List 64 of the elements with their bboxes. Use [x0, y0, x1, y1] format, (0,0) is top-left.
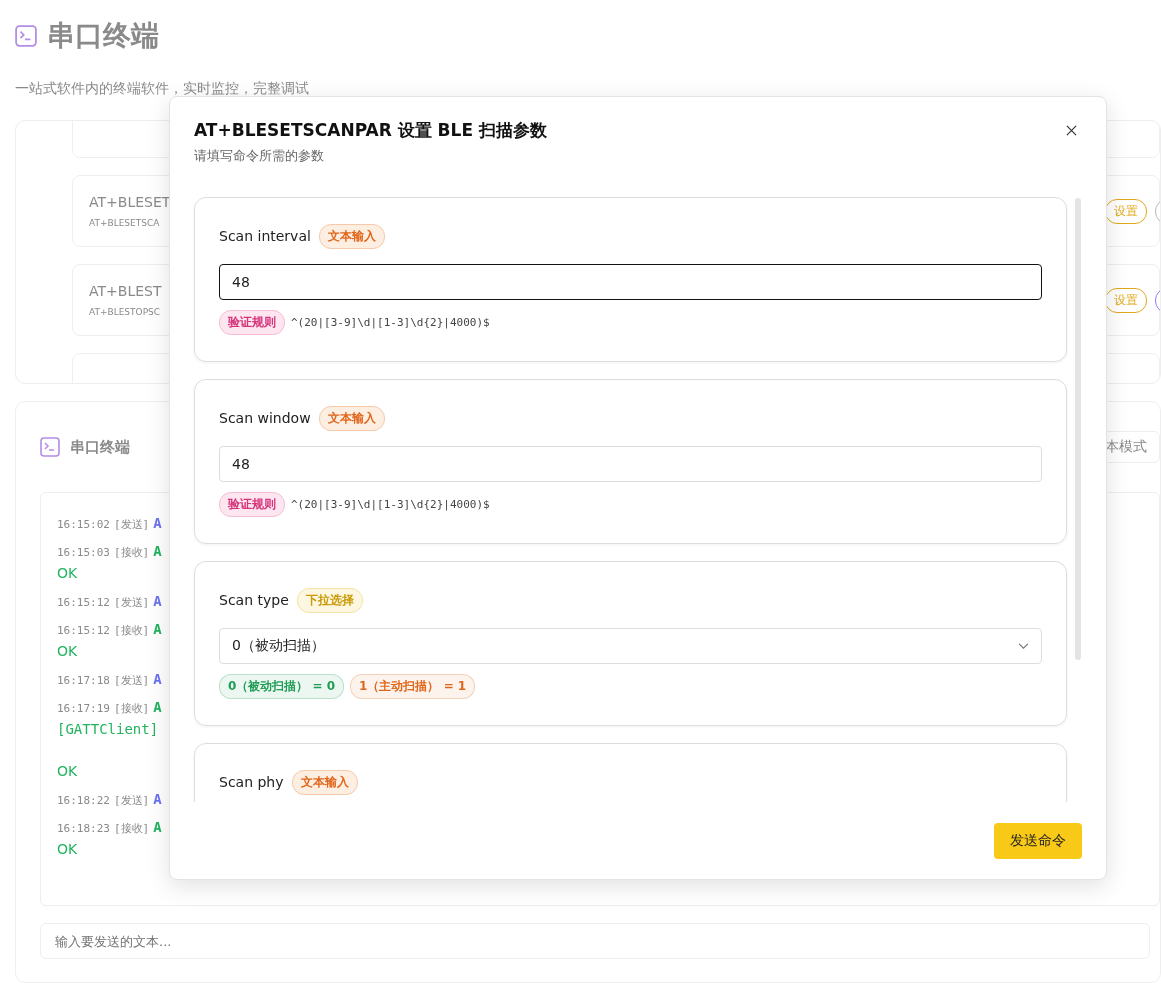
log-text: [GATTClient]: [57, 721, 159, 739]
log-text: A: [153, 515, 162, 531]
log-timestamp: 16:15:03: [57, 546, 110, 559]
log-text: A: [153, 621, 162, 637]
chevron-down-icon: [1018, 642, 1029, 650]
log-direction: [发送]: [114, 595, 150, 610]
validation-rule: ^(20|[3-9]\d|[1-3]\d{2}|4000)$: [291, 316, 490, 329]
command-name: AT+BLESET: [89, 194, 171, 210]
dialog-title: AT+BLESETSCANPAR 设置 BLE 扫描参数: [194, 119, 547, 142]
log-text: A: [153, 543, 162, 559]
input-type-badge: 文本输入: [318, 405, 385, 431]
input-type-badge: 文本输入: [291, 769, 358, 795]
parameter-label: Scan interval: [219, 228, 311, 244]
send-command-button[interactable]: 发送命令: [994, 822, 1082, 859]
log-timestamp: 16:17:19: [57, 702, 110, 715]
text-input-field[interactable]: 48: [219, 264, 1042, 300]
log-timestamp: 16:17:18: [57, 674, 110, 687]
log-direction: [接收]: [114, 701, 150, 716]
log-timestamp: 16:18:23: [57, 822, 110, 835]
log-reply: OK: [57, 565, 78, 583]
command-code: AT+BLESTOPSC: [89, 307, 161, 317]
page-subtitle: 一站式软件内的终端软件，实时监控，完整调试: [15, 80, 309, 98]
log-timestamp: 16:15:12: [57, 596, 110, 609]
command-code: AT+BLESETSCA: [89, 218, 160, 228]
log-reply: OK: [57, 643, 78, 661]
log-reply: OK: [57, 841, 78, 859]
log-direction: [发送]: [114, 673, 150, 688]
terminal-icon: [40, 437, 60, 457]
log-reply: OK: [57, 763, 78, 781]
log-text: A: [153, 593, 162, 609]
terminal-title: 串口终端: [70, 437, 130, 457]
log-direction: [接收]: [114, 623, 150, 638]
log-text: A: [153, 699, 162, 715]
log-direction: [发送]: [114, 517, 150, 532]
scrollbar[interactable]: [1075, 198, 1081, 660]
rule-badge: 验证规则: [219, 310, 285, 335]
input-type-badge: 文本输入: [318, 223, 385, 249]
option-chip: 0（被动扫描） = 0: [219, 674, 345, 699]
parameter-label: Scan phy: [219, 774, 284, 790]
command-name: AT+BLEST: [89, 283, 162, 299]
log-direction: [接收]: [114, 821, 150, 836]
close-icon: [1065, 124, 1077, 136]
command-tag: 设置: [1105, 198, 1147, 224]
dialog-subtitle: 请填写命令所需的参数: [194, 147, 325, 165]
command-tag: 设置: [1105, 287, 1147, 313]
select-field[interactable]: 0（被动扫描）: [219, 628, 1042, 664]
log-direction: [接收]: [114, 545, 150, 560]
parameter-label: Scan window: [219, 410, 311, 426]
send-text-field[interactable]: 输入要发送的文本...: [40, 923, 1150, 959]
option-chip: 1（主动扫描） = 1: [350, 674, 476, 699]
parameter-label: Scan type: [219, 592, 289, 608]
text-input-field[interactable]: 48: [219, 446, 1042, 482]
log-timestamp: 16:15:12: [57, 624, 110, 637]
log-direction: [发送]: [114, 793, 150, 808]
log-timestamp: 16:18:22: [57, 794, 110, 807]
log-text: A: [153, 791, 162, 807]
log-text: A: [153, 819, 162, 835]
input-type-badge: 下拉选择: [296, 587, 363, 613]
log-text: A: [153, 671, 162, 687]
log-timestamp: 16:15:02: [57, 518, 110, 531]
validation-rule: ^(20|[3-9]\d|[1-3]\d{2}|4000)$: [291, 498, 490, 511]
rule-badge: 验证规则: [219, 492, 285, 517]
terminal-icon: [15, 25, 37, 47]
page-title: 串口终端: [47, 18, 159, 54]
